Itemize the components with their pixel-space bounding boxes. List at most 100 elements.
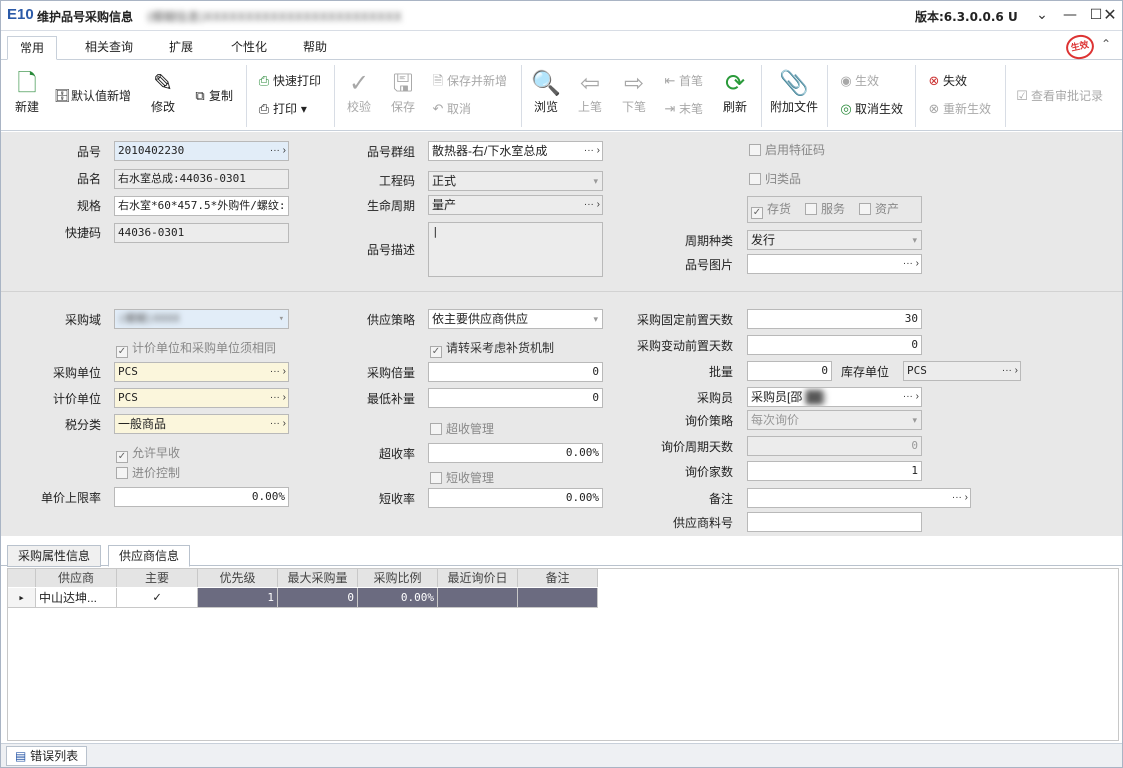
cycle-type-select[interactable]: 发行 ▾ [747, 230, 922, 250]
min-field[interactable]: 0 [428, 388, 603, 408]
invalid-button[interactable]: ⊗ 失效 [925, 71, 967, 91]
grid-cell-remark[interactable] [518, 588, 598, 608]
grid-cell-priority[interactable]: 1 [198, 588, 278, 608]
re-effective-button[interactable]: ⊗ 重新生效 [925, 99, 991, 119]
minimize-icon[interactable]: — [1059, 5, 1081, 27]
lookup-icon[interactable]: ··· › [903, 388, 919, 406]
browse-button[interactable]: 🔍 浏览 [526, 67, 566, 115]
last-record-button[interactable]: ⇥ 末笔 [661, 99, 703, 119]
desc-textarea[interactable]: | [428, 222, 603, 277]
buyer-field[interactable]: 采购员[邵 ██] ··· › [747, 387, 922, 407]
same-unit-checkbox[interactable]: ✓ 计价单位和采购单位须相同 [116, 339, 276, 358]
price-limit-field[interactable]: 0.00% [114, 487, 289, 507]
lookup-icon[interactable]: ··· › [903, 255, 919, 273]
error-list-button[interactable]: ▤ 错误列表 [6, 746, 88, 766]
next-record-button[interactable]: ⇨ 下笔 [614, 67, 654, 115]
price-unit-field[interactable]: PCS ··· › [114, 388, 289, 408]
collapse-ribbon-icon[interactable]: ⌃ [1101, 37, 1111, 51]
allow-early-checkbox[interactable]: ✓ 允许早收 [116, 444, 180, 463]
price-control-checkbox[interactable]: 进价控制 [116, 464, 180, 482]
replenish-checkbox[interactable]: ✓ 请转采考虑补货机制 [430, 339, 554, 358]
grid-header-primary[interactable]: 主要 [117, 569, 198, 587]
tab-common[interactable]: 常用 [7, 36, 58, 60]
vendor-part-field[interactable] [747, 512, 922, 532]
stock-unit-field[interactable]: PCS ··· › [903, 361, 1021, 381]
edit-button[interactable]: ✎ 修改 [143, 67, 183, 115]
multiple-field[interactable]: 0 [428, 362, 603, 382]
item-name-field[interactable]: 右水室总成:44036-0301 [114, 169, 289, 189]
cancel-button[interactable]: ↶ 取消 [429, 99, 471, 119]
tab-extension[interactable]: 扩展 [157, 36, 205, 60]
inquiry-days-field[interactable]: 0 [747, 436, 922, 456]
menu-chevron-icon[interactable]: ⌄ [1031, 5, 1053, 27]
inquiry-count-field[interactable]: 1 [747, 461, 922, 481]
inquiry-strategy-select[interactable]: 每次询价 ▾ [747, 410, 922, 430]
item-no-field[interactable]: 2010402230 ··· › [114, 141, 289, 161]
print-button[interactable]: ⎙ 打印 ▾ [255, 99, 307, 119]
arrow-right-icon: ⇨ [623, 69, 645, 97]
grid-cell-last-inquiry[interactable] [438, 588, 518, 608]
service-checkbox[interactable]: 服务 [805, 200, 845, 218]
grid-cell-primary-checkbox[interactable]: ✓ [117, 588, 198, 608]
image-field[interactable]: ··· › [747, 254, 922, 274]
lookup-icon[interactable]: ··· › [584, 142, 600, 160]
spec-field[interactable]: 右水室*60*457.5*外购件/螺纹: [114, 196, 289, 216]
effective-button[interactable]: ◉ 生效 [837, 71, 879, 91]
grid-cell-ratio[interactable]: 0.00% [358, 588, 438, 608]
copy-button[interactable]: ⧉ 复制 [191, 86, 233, 106]
feature-code-checkbox[interactable]: 启用特征码 [749, 141, 825, 159]
strategy-select[interactable]: 依主要供应商供应 ▾ [428, 309, 603, 329]
group-field[interactable]: 散热器-右/下水室总成 ··· › [428, 141, 603, 161]
prev-record-button[interactable]: ⇦ 上笔 [570, 67, 610, 115]
fixed-lead-field[interactable]: 30 [747, 309, 922, 329]
classified-checkbox[interactable]: 归类品 [749, 170, 801, 188]
purchase-domain-select[interactable]: (模糊)XXXX ▾ [114, 309, 289, 329]
grid-header-vendor[interactable]: 供应商 [36, 569, 117, 587]
shortcut-field[interactable]: 44036-0301 [114, 223, 289, 243]
grid-header-last-inquiry[interactable]: 最近询价日 [438, 569, 518, 587]
refresh-button[interactable]: ⟳ 刷新 [715, 67, 755, 115]
first-record-button[interactable]: ⇤ 首笔 [661, 71, 703, 91]
cancel-effective-button[interactable]: ◎ 取消生效 [837, 99, 903, 119]
quick-print-button[interactable]: ⎙ 快速打印 [255, 71, 321, 91]
over-rate-field[interactable]: 0.00% [428, 443, 603, 463]
grid-cell-max-qty[interactable]: 0 [278, 588, 358, 608]
remark-field[interactable]: ··· › [747, 488, 971, 508]
grid-header-ratio[interactable]: 采购比例 [358, 569, 438, 587]
grid-cell-vendor[interactable]: 中山达坤... [36, 588, 117, 608]
lookup-icon[interactable]: ··· › [270, 363, 286, 381]
close-icon[interactable]: ✕ [1099, 5, 1121, 27]
attach-file-button[interactable]: 📎 附加文件 [767, 67, 821, 115]
tab-related-query[interactable]: 相关查询 [73, 36, 145, 60]
new-button[interactable]: 🗋 新建 [7, 67, 47, 115]
tab-vendor-info[interactable]: 供应商信息 [108, 545, 191, 567]
view-approval-button[interactable]: ☑ 查看审批记录 [1013, 86, 1103, 106]
lookup-icon[interactable]: ··· › [270, 142, 286, 160]
tab-personalize[interactable]: 个性化 [219, 36, 279, 60]
verify-button[interactable]: ✓ 校验 [339, 67, 379, 115]
lookup-icon[interactable]: ··· › [584, 196, 600, 214]
lifecycle-field[interactable]: 量产 ··· › [428, 195, 603, 215]
lookup-icon[interactable]: ··· › [270, 389, 286, 407]
lookup-icon[interactable]: ··· › [952, 489, 968, 507]
grid-header-remark[interactable]: 备注 [518, 569, 598, 587]
grid-header-priority[interactable]: 优先级 [198, 569, 278, 587]
lookup-icon[interactable]: ··· › [270, 415, 286, 433]
asset-checkbox[interactable]: 资产 [859, 200, 899, 218]
short-rate-field[interactable]: 0.00% [428, 488, 603, 508]
grid-header-max-qty[interactable]: 最大采购量 [278, 569, 358, 587]
row-indicator-icon[interactable]: ▸ [8, 588, 36, 608]
tab-purchase-attributes[interactable]: 采购属性信息 [7, 545, 102, 567]
eng-code-select[interactable]: 正式 ▾ [428, 171, 603, 191]
over-mgmt-checkbox[interactable]: 超收管理 [430, 420, 494, 438]
purchase-unit-field[interactable]: PCS ··· › [114, 362, 289, 382]
default-new-button[interactable]: 🗄默认值新增 [53, 86, 131, 106]
save-and-new-button[interactable]: 🗎 保存并新增 [429, 71, 507, 91]
tab-help[interactable]: 帮助 [291, 36, 339, 60]
save-button[interactable]: 🖫 保存 [383, 67, 423, 115]
short-mgmt-checkbox[interactable]: 短收管理 [430, 469, 494, 487]
lookup-icon[interactable]: ··· › [1002, 362, 1018, 380]
tax-field[interactable]: 一般商品 ··· › [114, 414, 289, 434]
inventory-checkbox[interactable]: ✓ 存货 [751, 200, 791, 219]
var-lead-field[interactable]: 0 [747, 335, 922, 355]
